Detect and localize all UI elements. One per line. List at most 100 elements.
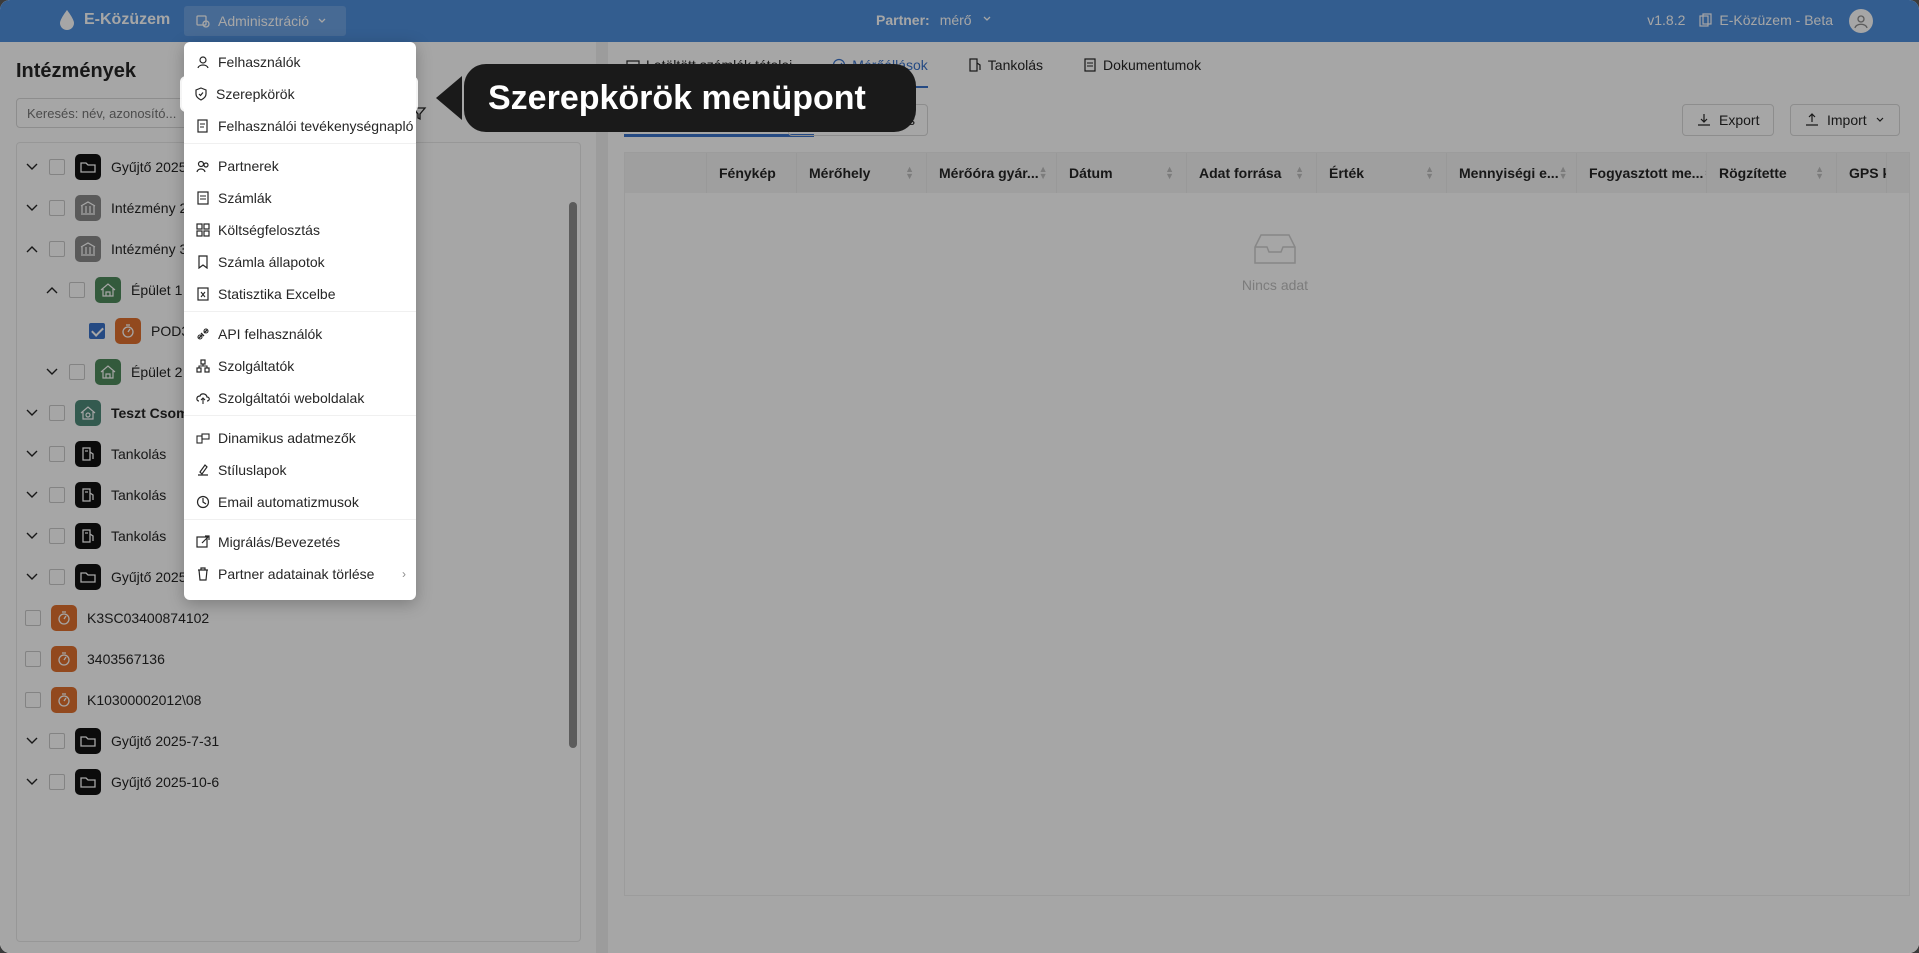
subtab-indicator [624,134,814,137]
tree-node-checkbox[interactable] [49,733,65,749]
menu-item-label: Költségfelosztás [218,222,320,238]
tree-node[interactable]: Intézmény 3 [25,229,187,269]
menu-item[interactable]: Partner adatainak törlése › [184,558,416,590]
menu-item[interactable]: Statisztika Excelbe [184,278,416,310]
partner-selector[interactable]: Partner: mérő [876,12,992,28]
chevron-down-icon[interactable] [25,529,39,543]
tree-node-checkbox[interactable] [69,282,85,298]
search-input[interactable] [16,98,196,128]
tree-node-checkbox[interactable] [49,487,65,503]
chevron-down-icon[interactable] [45,365,59,379]
sort-icon[interactable]: ▲▼ [1815,165,1824,181]
workspace-switcher[interactable]: E-Közüzem - Beta [1699,12,1833,28]
panel-splitter[interactable] [596,42,608,953]
tree-scrollbar[interactable] [569,202,577,748]
tree-node[interactable]: Teszt Csom [25,393,189,433]
tree-node-checkbox[interactable] [25,610,41,626]
tree-node-label: Tankolás [111,446,167,462]
column-header[interactable]: GPS k [1837,153,1887,193]
menu-item[interactable]: Szolgáltatói weboldalak [184,382,416,414]
chevron-down-icon[interactable] [25,734,39,748]
menu-item[interactable]: Email automatizmusok [184,486,416,518]
menu-item[interactable]: Migrálás/Bevezetés [184,526,416,558]
tree-node[interactable]: Tankolás [25,475,166,515]
tree-node[interactable]: Épület 1 [45,270,182,310]
menu-item[interactable]: Szolgáltatók [184,350,416,382]
sort-icon[interactable]: ▲▼ [1295,165,1304,181]
tree-node[interactable]: Gyűjtő 2025 [25,147,187,187]
menu-item[interactable]: Dinamikus adatmezők [184,422,416,454]
column-header[interactable]: Mérőhely ▲ ▼ [797,153,927,193]
sort-icon[interactable]: ▲▼ [905,165,914,181]
tree-node-checkbox[interactable] [49,159,65,175]
chevron-down-icon[interactable] [25,447,39,461]
chevron-down-icon[interactable] [25,570,39,584]
activity-log-icon [197,119,208,133]
menu-item[interactable]: Számlák [184,182,416,214]
menu-item[interactable]: Szerepkörök [182,78,416,110]
menu-item[interactable]: Partnerek [184,150,416,182]
column-header[interactable]: Érték ▲ ▼ [1317,153,1447,193]
chevron-down-icon[interactable] [25,775,39,789]
menu-item[interactable]: Költségfelosztás [184,214,416,246]
meter-icon [51,646,77,672]
tree-node-checkbox[interactable] [25,651,41,667]
chevron-down-icon[interactable] [25,160,39,174]
tree-node[interactable]: Intézmény 2 [25,188,187,228]
brand[interactable]: E-Közüzem [58,9,170,31]
tree-node[interactable]: 3403567136 [25,639,165,679]
api-icon [197,328,209,340]
tree-node-checkbox[interactable] [49,569,65,585]
chevron-down-icon[interactable] [25,406,39,420]
menu-item[interactable]: Felhasználói tevékenységnapló [184,110,416,142]
tree-node[interactable]: Épület 2 [45,352,182,392]
tree-node-checkbox[interactable] [49,446,65,462]
tab-fueling[interactable]: Tankolás [968,42,1043,88]
fuel-icon [75,441,101,467]
sort-icon[interactable]: ▲▼ [1039,165,1048,181]
tree-node-checkbox[interactable] [89,323,105,339]
menu-item-label: Szolgáltatói weboldalak [218,390,365,406]
shield-check-icon [195,87,207,101]
sort-icon[interactable]: ▲▼ [1425,165,1434,181]
export-button[interactable]: Export [1682,104,1775,136]
column-header[interactable]: Adat forrása ▲ ▼ [1187,153,1317,193]
column-header[interactable]: Fénykép [707,153,797,193]
tree-node[interactable]: Tankolás [25,434,166,474]
menu-item[interactable]: Felhasználók [184,46,416,78]
tree-node[interactable]: Gyűjtő 2025-7-31 [25,721,219,761]
menu-item[interactable]: API felhasználók [184,318,416,350]
menu-item[interactable]: Számla állapotok [184,246,416,278]
import-button[interactable]: Import [1790,104,1900,136]
column-header[interactable]: Rögzítette ▲ ▼ [1707,153,1837,193]
tree-node-checkbox[interactable] [25,692,41,708]
tree-node-checkbox[interactable] [49,241,65,257]
chevron-up-icon[interactable] [25,242,39,256]
tree-node-checkbox[interactable] [49,774,65,790]
tree-node[interactable]: K10300002012\08 [25,680,201,720]
user-avatar[interactable] [1849,9,1873,33]
tree-node[interactable]: POD3 [65,311,189,351]
column-header[interactable]: Dátum ▲ ▼ [1057,153,1187,193]
menu-item[interactable]: Stíluslapok [184,454,416,486]
chevron-down-icon[interactable] [25,488,39,502]
chevron-up-icon[interactable] [45,283,59,297]
tree-node-checkbox[interactable] [49,405,65,421]
admin-menu-button[interactable]: Adminisztráció [184,6,346,36]
column-header[interactable]: Fogyasztott me...▲▼ [1577,153,1707,193]
sort-icon[interactable]: ▲▼ [1165,165,1174,181]
chevron-down-icon[interactable] [25,201,39,215]
tree-node[interactable]: K3SC03400874102 [25,598,209,638]
tree-node-checkbox[interactable] [49,200,65,216]
building-icon [75,195,101,221]
column-header[interactable]: Mennyiségi e... ▲ ▼ [1447,153,1577,193]
menu-item-label: Dinamikus adatmezők [218,430,356,446]
tree-node-checkbox[interactable] [69,364,85,380]
tree-node[interactable]: Gyűjtő 2025-10-6 [25,762,219,802]
tree-node-checkbox[interactable] [49,528,65,544]
tab-documents[interactable]: Dokumentumok [1083,42,1201,88]
column-header[interactable]: Mérőóra gyár... ▲ ▼ [927,153,1057,193]
sort-icon[interactable]: ▲▼ [1559,165,1568,181]
tree-node[interactable]: Tankolás [25,516,166,556]
column-header-label: Érték [1329,165,1365,181]
